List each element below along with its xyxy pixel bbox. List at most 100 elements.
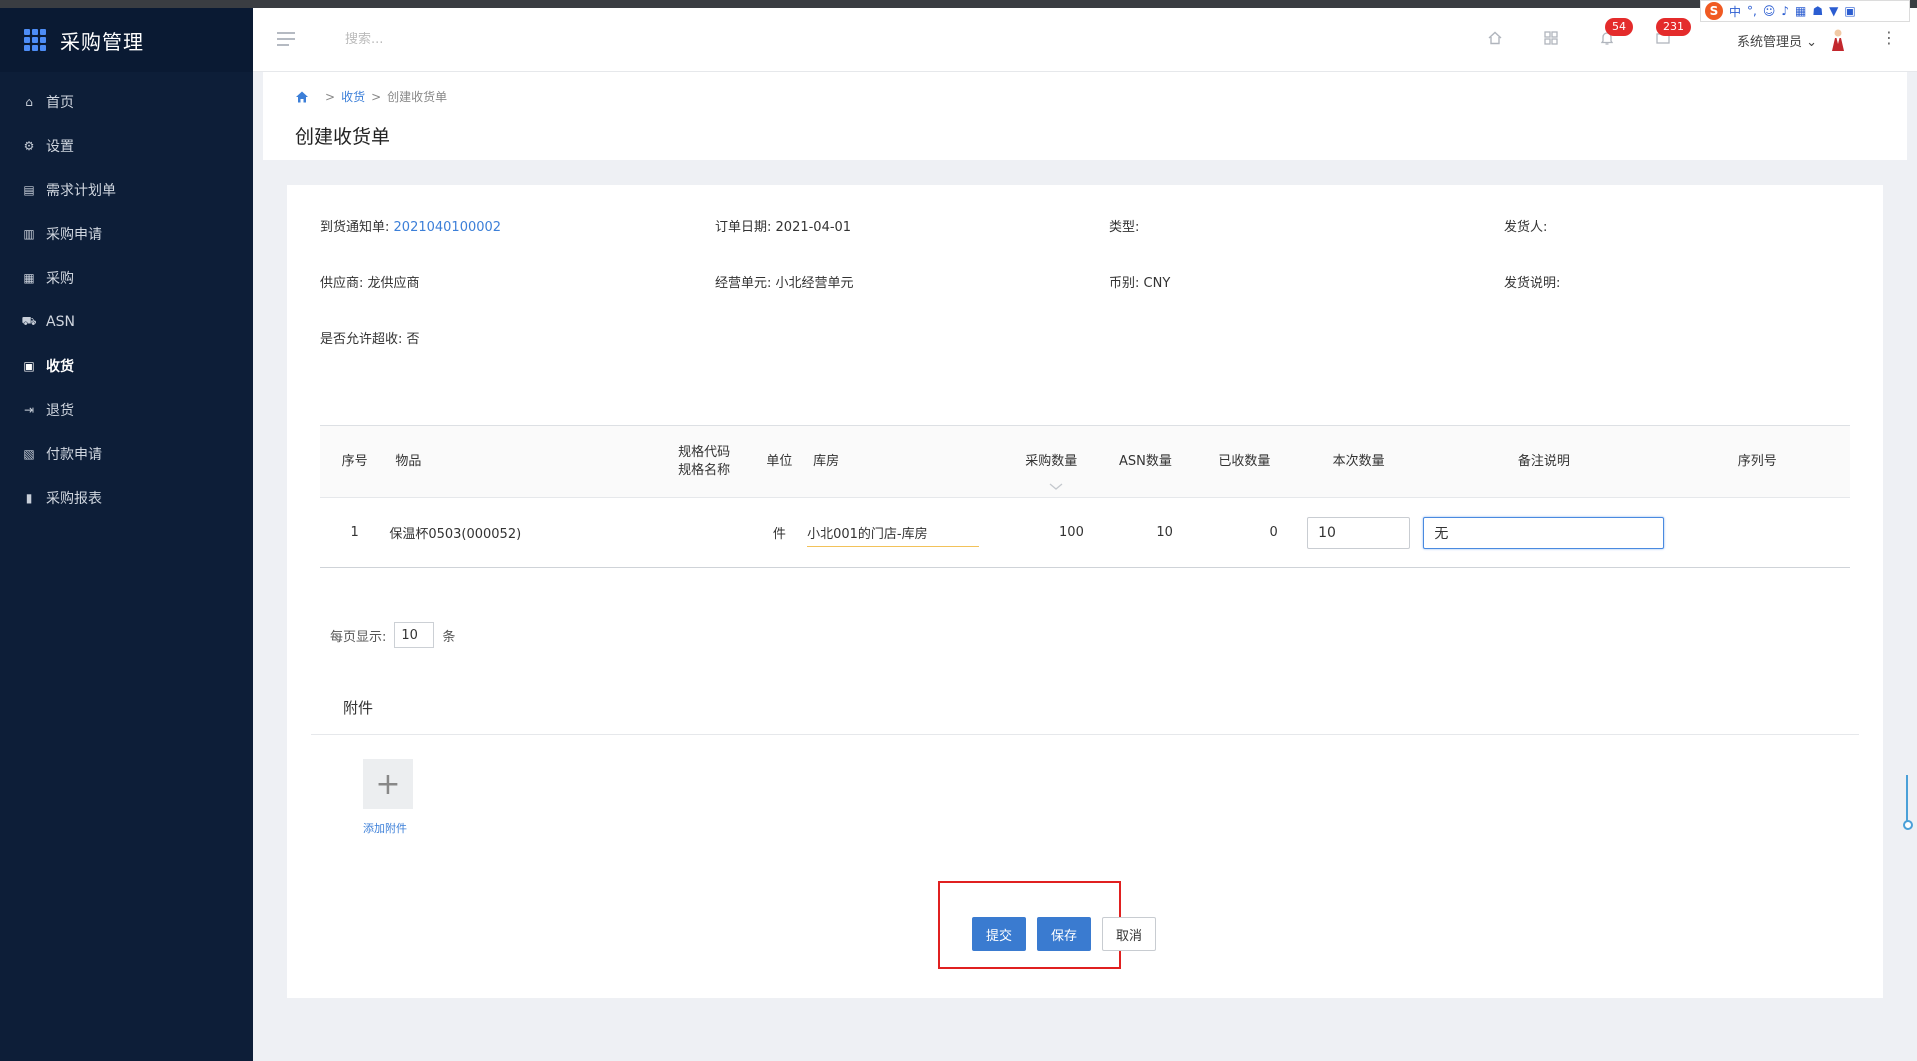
add-attachment-button[interactable]: + [363,759,413,809]
plus-icon: + [375,766,401,802]
col-spec-name: 规格名称 [678,462,731,478]
breadcrumb-separator: > [371,89,382,104]
cell-received-qty: 0 [1194,497,1294,568]
ime-skin-icon[interactable]: ▼ [1829,4,1838,18]
remark-input[interactable] [1423,516,1665,549]
receipt-items-table: 序号 物品 规格代码 规格名称 单位 库房 采购数量 ASN数量 已收数量 本次数… [320,425,1850,568]
sidebar-item-settings[interactable]: ⚙ 设置 [0,124,253,168]
add-attachment-link[interactable]: 添加附件 [363,820,407,836]
bar-chart-icon: ▮ [25,491,33,505]
info-label: 经营单元: [715,276,772,291]
divider [311,734,1859,735]
col-warehouse: 库房 [807,425,1007,498]
inbox-icon: ▣ [23,359,35,373]
sidebar-item-asn[interactable]: ⛟ ASN [0,300,253,344]
info-value: CNY [1143,276,1171,291]
this-qty-input[interactable] [1307,516,1411,549]
sidebar-item-purchase-report[interactable]: ▮ 采购报表 [0,476,253,520]
annotation-highlight-box [938,881,1121,969]
cell-this-qty [1293,497,1424,568]
ime-apps-icon[interactable]: ▣ [1844,4,1855,18]
sidebar-item-label: 付款申请 [46,447,102,463]
info-business-unit: 经营单元: 小北经营单元 [715,272,854,291]
sidebar-item-purchase-request[interactable]: ▥ 采购申请 [0,212,253,256]
info-value: 否 [406,332,420,347]
breadcrumb: > 收货 > 创建收货单 [295,88,447,105]
chevron-down-icon: ⌄ [1806,35,1818,50]
info-label: 供应商: [320,276,364,291]
user-name: 系统管理员 [1737,35,1803,50]
scrollbar-handle[interactable] [1903,820,1913,830]
info-label: 类型: [1109,220,1140,235]
grid-icon[interactable] [1541,30,1561,50]
cell-item: 保温杯0503(000052) [389,497,657,568]
breadcrumb-current: 创建收货单 [387,90,448,104]
ime-keyboard-icon[interactable]: ▦ [1795,4,1806,18]
info-label: 是否允许超收: [320,332,403,347]
breadcrumb-home-icon[interactable] [295,90,309,104]
cell-remark [1423,497,1665,568]
apps-grid-icon[interactable] [24,29,46,51]
warehouse-select[interactable]: 小北001的门店-库房 [807,519,980,547]
notice-number-link[interactable]: 2021040100002 [394,220,502,235]
save-button[interactable]: 保存 [1037,917,1091,951]
ime-punct-icon[interactable]: °, [1747,4,1757,18]
user-menu[interactable]: 系统管理员 ⌄ [1737,31,1817,50]
cancel-button[interactable]: 取消 [1102,917,1156,951]
ime-user-icon[interactable]: ☗ [1812,4,1823,18]
info-type: 类型: [1109,216,1139,235]
col-seq: 序号 [320,425,390,498]
search-input[interactable] [345,32,545,47]
more-vertical-icon[interactable]: ⋮ [1881,28,1897,47]
home-icon: ⌂ [25,95,33,109]
info-label: 订单日期: [715,220,772,235]
ime-logo-icon: S [1705,2,1723,20]
sort-chevron-icon[interactable] [1049,483,1063,491]
sidebar-item-label: 首页 [46,95,74,111]
sidebar-item-label: 采购申请 [46,227,102,243]
sidebar-item-return[interactable]: ⇥ 退货 [0,388,253,432]
sidebar-item-home[interactable]: ⌂ 首页 [0,80,253,124]
info-ship-note: 发货说明: [1504,272,1560,291]
table-header-row: 序号 物品 规格代码 规格名称 单位 库房 采购数量 ASN数量 已收数量 本次数… [320,425,1850,498]
page-size-control: 每页显示: 条 [330,622,455,648]
ime-lang[interactable]: 中 [1729,3,1741,20]
document-icon: ▤ [23,183,35,197]
receipt-form-panel: 到货通知单: 2021040100002 订单日期: 2021-04-01 类型… [287,185,1883,998]
breadcrumb-separator: > [325,89,336,104]
cell-serial [1664,497,1850,568]
avatar[interactable] [1830,28,1846,52]
submit-button[interactable]: 提交 [972,917,1026,951]
payment-icon: ▧ [23,447,35,461]
ime-mic-icon[interactable]: ♪ [1781,4,1789,18]
col-purchase-qty-label: 采购数量 [1025,453,1078,469]
home-icon[interactable] [1485,30,1505,50]
col-serial: 序列号 [1664,425,1850,498]
form-icon: ▥ [23,227,35,241]
page-size-input[interactable] [394,622,435,648]
menu-toggle-icon[interactable] [277,32,295,46]
cell-asn-qty: 10 [1095,497,1195,568]
list-icon: ▦ [23,271,35,285]
sidebar-item-label: 采购报表 [46,491,102,507]
sidebar-item-demand-plan[interactable]: ▤ 需求计划单 [0,168,253,212]
exit-icon: ⇥ [23,403,35,417]
page-size-suffix: 条 [442,629,456,645]
col-remark: 备注说明 [1423,425,1665,498]
ime-emoji-icon[interactable]: ☺ [1763,4,1776,18]
top-header: 54 231 系统管理员 ⌄ ⋮ [253,8,1917,72]
cell-unit: 件 [751,497,808,568]
breadcrumb-receiving-link[interactable]: 收货 [341,88,365,105]
sidebar-item-receiving[interactable]: ▣ 收货 [0,344,253,388]
info-label: 币别: [1109,276,1140,291]
sidebar: 采购管理 ⌂ 首页 ⚙ 设置 ▤ 需求计划单 ▥ 采购申请 ▦ 采购 ⛟ ASN ▣ 收货 ⇥… [0,8,253,1061]
cell-spec [656,497,752,568]
gear-icon: ⚙ [23,139,35,153]
sidebar-item-purchase[interactable]: ▦ 采购 [0,256,253,300]
col-this-qty: 本次数量 [1293,425,1424,498]
col-spec: 规格代码 规格名称 [656,425,752,498]
sidebar-item-payment-request[interactable]: ▧ 付款申请 [0,432,253,476]
info-value: 2021-04-01 [775,220,852,235]
ime-toolbar[interactable]: S 中 °, ☺ ♪ ▦ ☗ ▼ ▣ [1700,0,1910,22]
cell-warehouse: 小北001的门店-库房 [807,497,1007,568]
